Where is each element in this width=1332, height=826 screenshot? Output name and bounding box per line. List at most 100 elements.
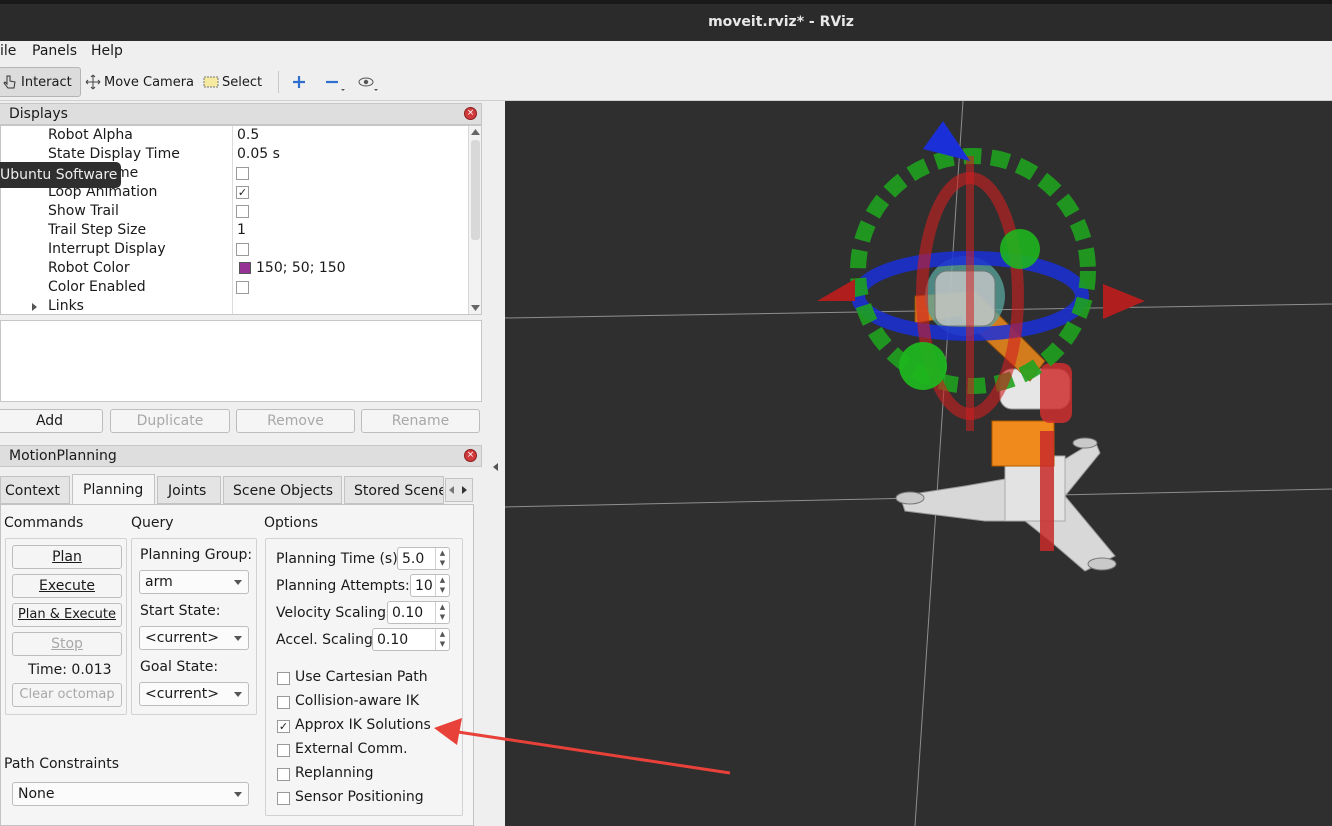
external-comm-label[interactable]: External Comm. bbox=[295, 741, 408, 757]
displays-title: Displays bbox=[9, 106, 68, 122]
property-value[interactable]: 150; 50; 150 bbox=[256, 260, 346, 276]
collapse-arrow-icon[interactable] bbox=[493, 463, 498, 471]
tab-stored-scenes[interactable]: Stored Scene bbox=[344, 476, 444, 504]
property-checkbox[interactable] bbox=[236, 167, 249, 180]
execute-button[interactable]: Execute bbox=[12, 574, 122, 598]
scroll-up-icon[interactable] bbox=[471, 128, 480, 136]
property-row[interactable]: Robot Alpha 0.5 bbox=[1, 126, 469, 145]
stop-button[interactable]: Stop bbox=[12, 632, 122, 656]
plan-and-execute-button[interactable]: Plan & Execute bbox=[12, 603, 122, 627]
velocity-scaling-spinbox[interactable]: 0.10 ▲ ▼ bbox=[387, 601, 450, 624]
scroll-down-icon[interactable] bbox=[471, 304, 480, 312]
property-row[interactable]: Links bbox=[1, 297, 469, 314]
spin-arrows-icon[interactable]: ▲ ▼ bbox=[435, 575, 449, 596]
external-comm-checkbox[interactable] bbox=[277, 744, 290, 757]
replanning-label[interactable]: Replanning bbox=[295, 765, 373, 781]
toolbar: Interact Move Camera Select bbox=[0, 63, 1332, 101]
start-state-value: <current> bbox=[145, 630, 219, 646]
plan-button-label: Plan bbox=[52, 549, 82, 565]
property-checkbox[interactable]: ✓ bbox=[236, 186, 249, 199]
approx-ik-solutions-label[interactable]: Approx IK Solutions bbox=[295, 717, 431, 733]
move-camera-tool[interactable]: Move Camera bbox=[85, 67, 194, 97]
motion-planning-panel-header: MotionPlanning × bbox=[0, 445, 482, 467]
clear-octomap-button[interactable]: Clear octomap bbox=[12, 683, 122, 707]
accel-scaling-label: Accel. Scaling: bbox=[276, 632, 378, 648]
plus-icon[interactable] bbox=[292, 75, 306, 89]
spin-arrows-icon[interactable]: ▲ ▼ bbox=[435, 629, 449, 650]
select-tool[interactable]: Select bbox=[203, 67, 262, 97]
close-icon[interactable]: × bbox=[464, 107, 477, 120]
add-button[interactable]: Add bbox=[0, 409, 103, 433]
property-value[interactable]: 0.5 bbox=[237, 127, 259, 143]
scrollbar-thumb[interactable] bbox=[471, 140, 480, 240]
toolbar-separator bbox=[278, 71, 279, 93]
chevron-right-icon[interactable] bbox=[462, 486, 468, 494]
planning-tab-page: Commands Plan Execute Plan & Execute Sto… bbox=[0, 504, 474, 826]
property-checkbox[interactable] bbox=[236, 281, 249, 294]
goal-state-select[interactable]: <current> bbox=[139, 682, 249, 706]
tab-joints[interactable]: Joints bbox=[157, 476, 221, 504]
use-cartesian-path-checkbox[interactable] bbox=[277, 672, 290, 685]
remove-button[interactable]: Remove bbox=[236, 409, 355, 433]
planning-attempts-spinbox[interactable]: 10 ▲ ▼ bbox=[410, 574, 450, 597]
tab-planning[interactable]: Planning bbox=[72, 474, 155, 505]
path-constraints-value: None bbox=[18, 786, 55, 802]
approx-ik-solutions-checkbox[interactable]: ✓ bbox=[277, 720, 290, 733]
property-scrollbar[interactable] bbox=[468, 126, 481, 314]
property-description-box bbox=[0, 320, 482, 402]
close-icon[interactable]: × bbox=[464, 449, 477, 462]
planning-time-readout: Time: 0.013 bbox=[28, 662, 112, 678]
property-checkbox[interactable] bbox=[236, 205, 249, 218]
select-box-icon bbox=[203, 76, 219, 88]
tooltip-text: Ubuntu Software bbox=[0, 167, 118, 183]
rviz-3d-viewport[interactable] bbox=[505, 101, 1332, 826]
property-value[interactable]: 0.05 s bbox=[237, 146, 280, 162]
start-state-select[interactable]: <current> bbox=[139, 626, 249, 650]
planning-group-select[interactable]: arm bbox=[139, 570, 249, 594]
property-row[interactable]: Robot Color 150; 50; 150 bbox=[1, 259, 469, 278]
collision-aware-ik-checkbox[interactable] bbox=[277, 696, 290, 709]
property-row[interactable]: Show Trail bbox=[1, 202, 469, 221]
expand-arrow-icon[interactable] bbox=[32, 303, 38, 311]
property-value[interactable]: 1 bbox=[237, 222, 246, 238]
property-checkbox[interactable] bbox=[236, 243, 249, 256]
duplicate-button[interactable]: Duplicate bbox=[110, 409, 230, 433]
color-swatch[interactable] bbox=[239, 262, 251, 274]
motion-planning-title: MotionPlanning bbox=[9, 448, 117, 464]
panel-splitter[interactable] bbox=[482, 101, 505, 826]
property-row[interactable]: Interrupt Display bbox=[1, 240, 469, 259]
spin-arrows-icon[interactable]: ▲ ▼ bbox=[435, 602, 449, 623]
menu-file[interactable]: ile bbox=[0, 43, 16, 59]
spin-arrows-icon[interactable]: ▲ ▼ bbox=[435, 548, 449, 569]
property-row[interactable]: Trail Step Size 1 bbox=[1, 221, 469, 240]
menu-panels[interactable]: Panels bbox=[32, 43, 77, 59]
planning-attempts-label: Planning Attempts: bbox=[276, 578, 410, 594]
commands-label: Commands bbox=[4, 515, 84, 531]
tab-scene-objects[interactable]: Scene Objects bbox=[223, 476, 342, 504]
collision-aware-ik-label[interactable]: Collision-aware IK bbox=[295, 693, 419, 709]
path-constraints-select[interactable]: None bbox=[12, 782, 249, 806]
goal-state-value: <current> bbox=[145, 686, 219, 702]
plan-button[interactable]: Plan bbox=[12, 545, 122, 569]
path-constraints-label: Path Constraints bbox=[4, 756, 120, 772]
sensor-positioning-label[interactable]: Sensor Positioning bbox=[295, 789, 424, 805]
rename-button[interactable]: Rename bbox=[361, 409, 480, 433]
use-cartesian-path-label[interactable]: Use Cartesian Path bbox=[295, 669, 428, 685]
chevron-down-icon bbox=[234, 692, 242, 697]
chevron-left-icon[interactable] bbox=[449, 486, 455, 494]
replanning-checkbox[interactable] bbox=[277, 768, 290, 781]
eye-icon[interactable] bbox=[358, 75, 382, 93]
interact-tool[interactable]: Interact bbox=[0, 67, 81, 97]
tab-scroll-buttons[interactable] bbox=[445, 478, 473, 502]
robot-scene-render bbox=[505, 101, 1332, 826]
planning-time-spinbox[interactable]: 5.0 ▲ ▼ bbox=[397, 547, 450, 570]
minus-icon[interactable] bbox=[325, 75, 347, 93]
accel-scaling-spinbox[interactable]: 0.10 ▲ ▼ bbox=[372, 628, 450, 651]
menu-help[interactable]: Help bbox=[91, 43, 123, 59]
property-row[interactable]: Color Enabled bbox=[1, 278, 469, 297]
menu-bar: ile Panels Help bbox=[0, 41, 1332, 63]
goal-state-label: Goal State: bbox=[140, 659, 219, 675]
sensor-positioning-checkbox[interactable] bbox=[277, 792, 290, 805]
tab-context[interactable]: Context bbox=[0, 476, 70, 504]
chevron-down-icon bbox=[234, 792, 242, 797]
